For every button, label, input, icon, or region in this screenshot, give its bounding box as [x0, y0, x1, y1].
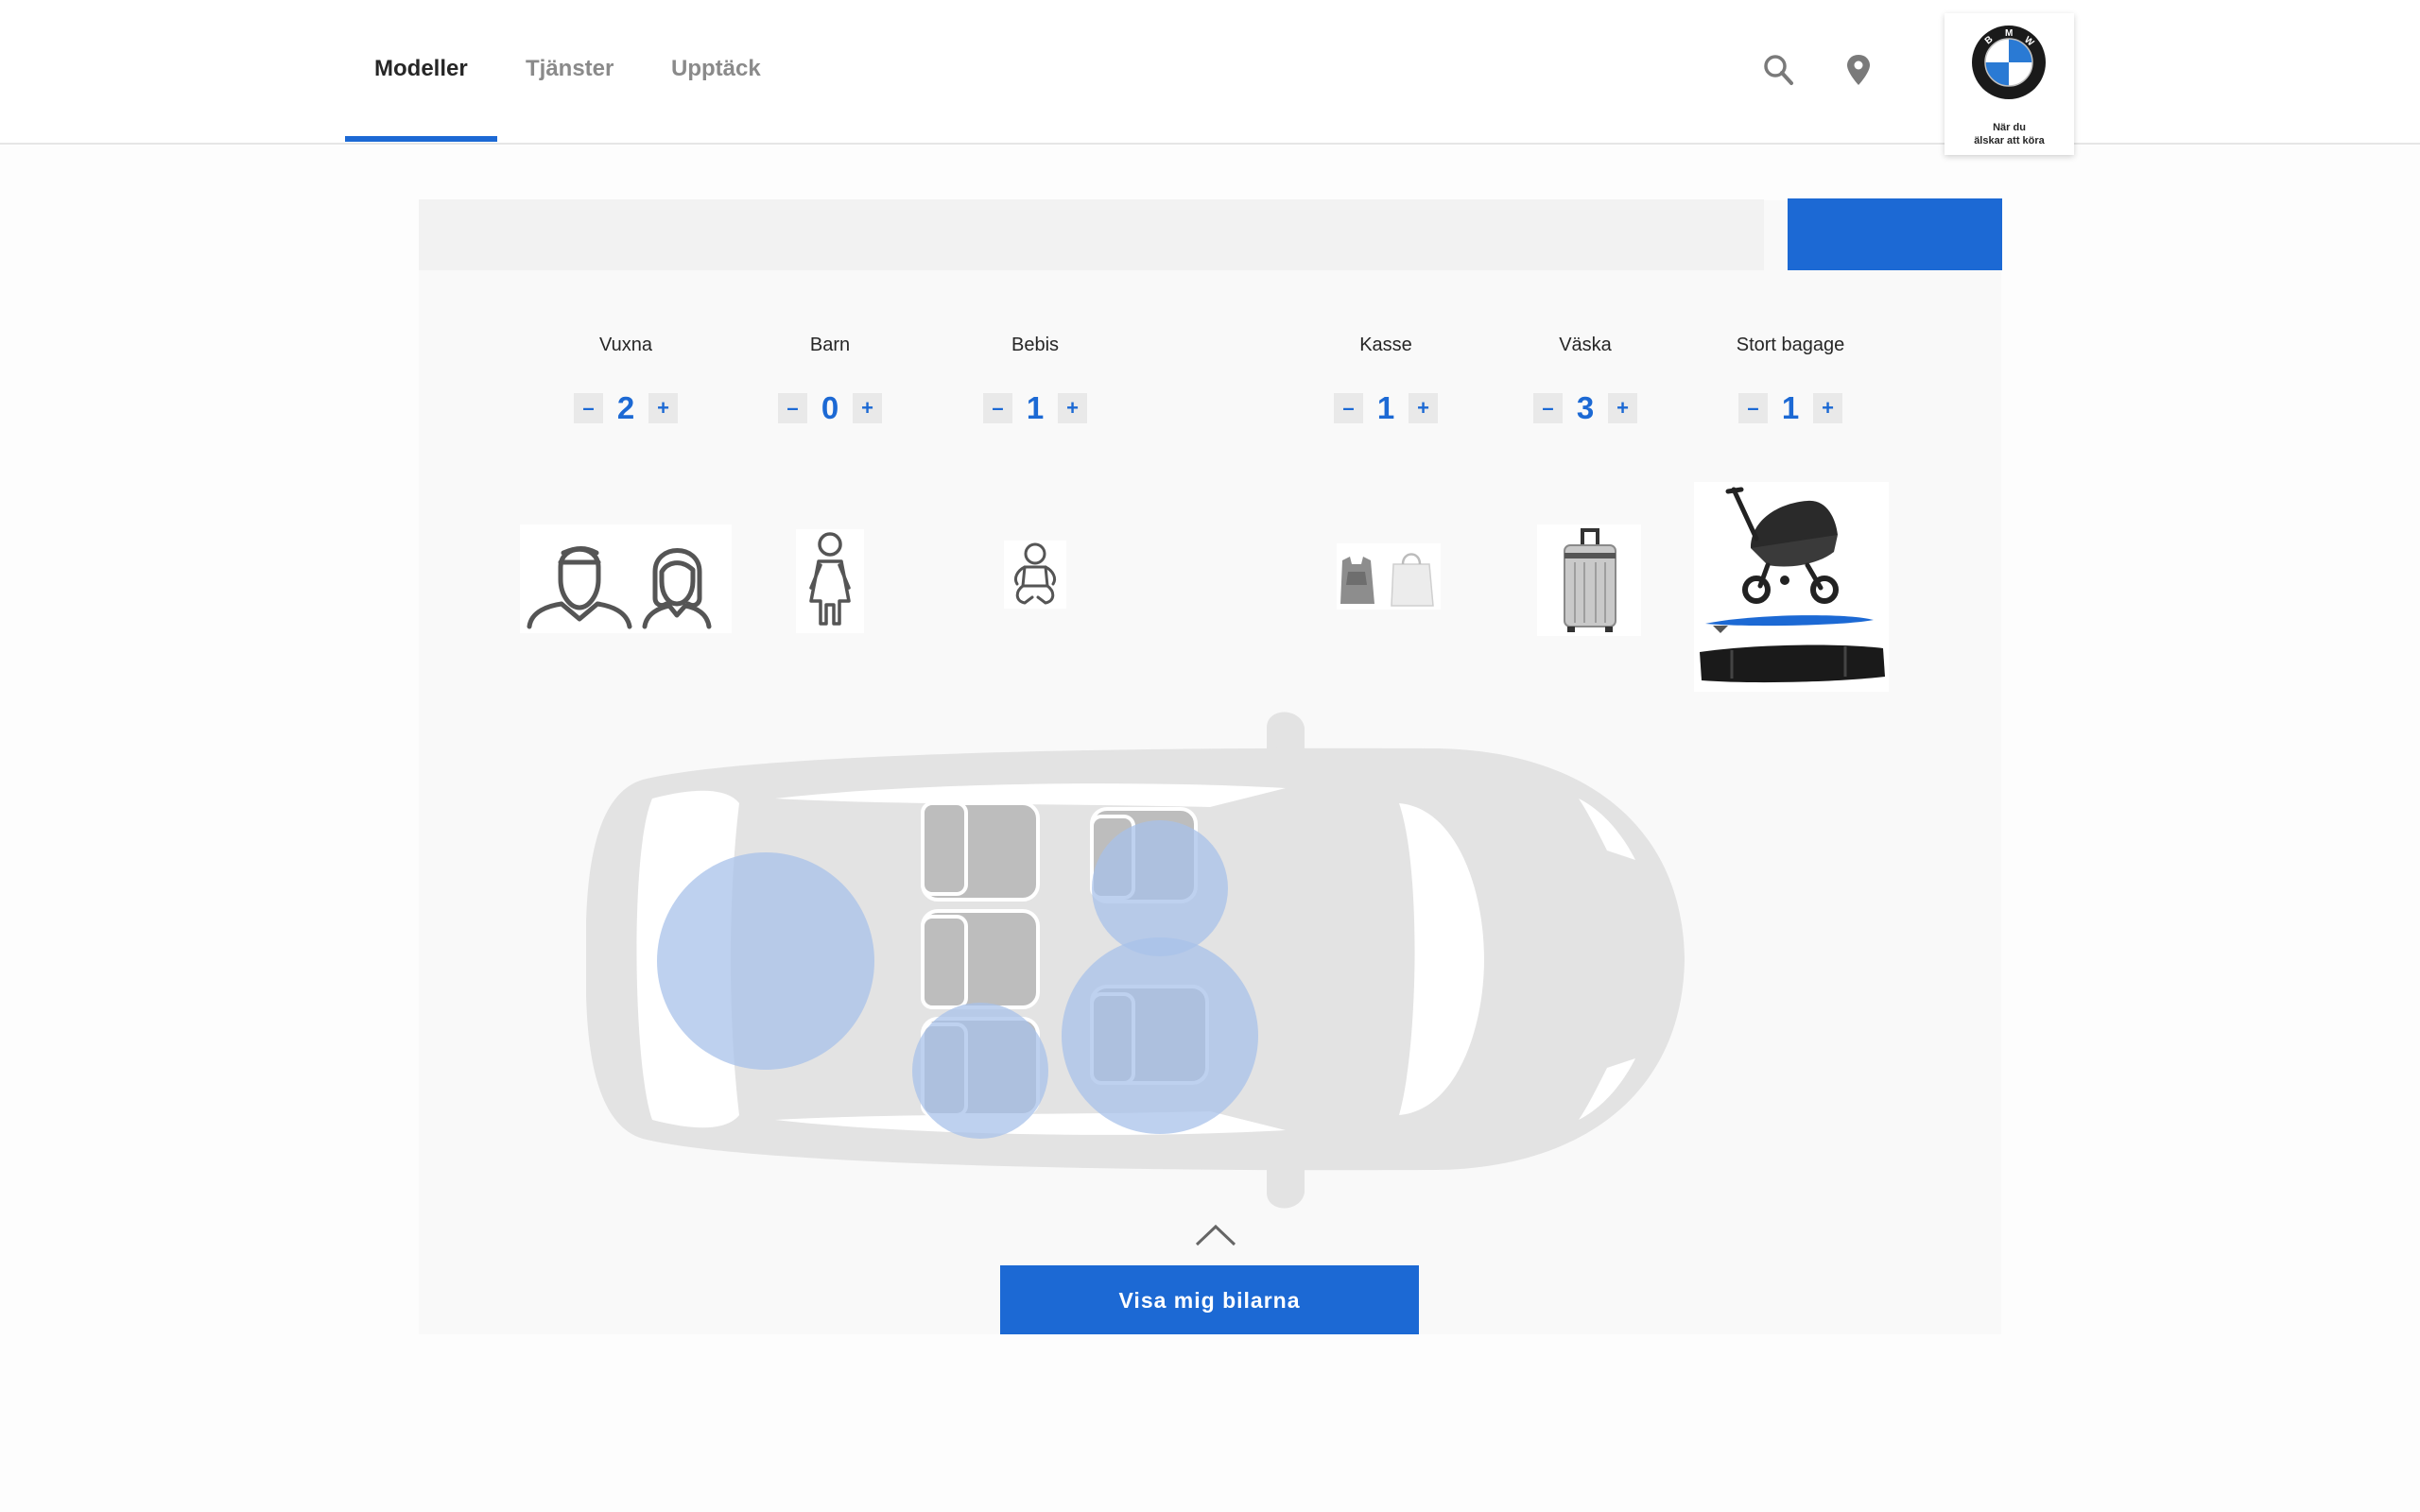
child-icon [796, 529, 864, 633]
tagline-line-1: När du [1993, 122, 2026, 133]
stepper: – 3 + [1491, 390, 1680, 425]
shopping-bags-icon [1337, 543, 1441, 610]
search-input[interactable] [419, 199, 1764, 270]
nav-modeller[interactable]: Modeller [374, 55, 468, 83]
trunk-luggage-highlight [657, 852, 874, 1070]
counter-value: 2 [616, 390, 635, 425]
stepper: – 0 + [735, 390, 925, 425]
increment-button[interactable]: + [1608, 393, 1637, 423]
stepper: – 2 + [531, 390, 720, 425]
decrement-button[interactable]: – [1533, 393, 1563, 423]
car-seat-map [586, 712, 1685, 1209]
stepper: – 1 + [1291, 390, 1480, 425]
stepper: – 1 + [941, 390, 1130, 425]
counter-label: Väska [1559, 335, 1612, 355]
counter-label: Barn [809, 335, 851, 355]
baby-icon [1004, 541, 1066, 609]
show-cars-button[interactable]: Visa mig bilarna [1000, 1265, 1419, 1334]
counter-label: Kasse [1359, 335, 1412, 355]
counter-value: 1 [1781, 390, 1800, 425]
brand-tagline: När du älskar att köra [1945, 121, 2074, 147]
active-nav-indicator [345, 136, 497, 142]
site-header: Modeller Tjänster Upptäck B M W När du ä… [0, 0, 2420, 155]
decrement-button[interactable]: – [778, 393, 807, 423]
counter-label: Vuxna [599, 335, 652, 355]
counter-value: 1 [1026, 390, 1045, 425]
search-icon[interactable] [1760, 49, 1798, 91]
increment-button[interactable]: + [853, 393, 882, 423]
decrement-button[interactable]: – [1738, 393, 1768, 423]
brand-logo-card[interactable]: B M W När du älskar att köra [1945, 13, 2074, 155]
front-left-occupied-highlight [1092, 820, 1228, 956]
chevron-up-icon[interactable] [1193, 1222, 1238, 1248]
location-pin-icon[interactable] [1840, 49, 1877, 91]
increment-button[interactable]: + [1409, 393, 1438, 423]
increment-button[interactable]: + [1058, 393, 1087, 423]
stepper: – 1 + [1696, 390, 1885, 425]
baby-seat-highlight [912, 1003, 1048, 1139]
front-right-occupied-highlight [1062, 937, 1258, 1134]
increment-button[interactable]: + [648, 393, 678, 423]
svg-text:M: M [2005, 28, 2013, 39]
suitcase-icon [1537, 524, 1641, 636]
tagline-line-2: älskar att köra [1974, 135, 2045, 146]
search-button[interactable] [1788, 198, 2002, 270]
decrement-button[interactable]: – [983, 393, 1012, 423]
counter-value: 1 [1376, 390, 1395, 425]
counter-value: 0 [821, 390, 839, 425]
decrement-button[interactable]: – [574, 393, 603, 423]
decrement-button[interactable]: – [1334, 393, 1363, 423]
counter-label: Bebis [1011, 335, 1060, 355]
counter-label: Stort bagage [1736, 335, 1845, 355]
increment-button[interactable]: + [1813, 393, 1842, 423]
adults-icon [520, 524, 732, 633]
counter-value: 3 [1576, 390, 1595, 425]
bmw-logo-icon: B M W [1972, 26, 2046, 99]
nav-tjanster[interactable]: Tjänster [526, 55, 614, 83]
large-luggage-icon [1694, 482, 1889, 692]
nav-upptack[interactable]: Upptäck [671, 55, 761, 83]
